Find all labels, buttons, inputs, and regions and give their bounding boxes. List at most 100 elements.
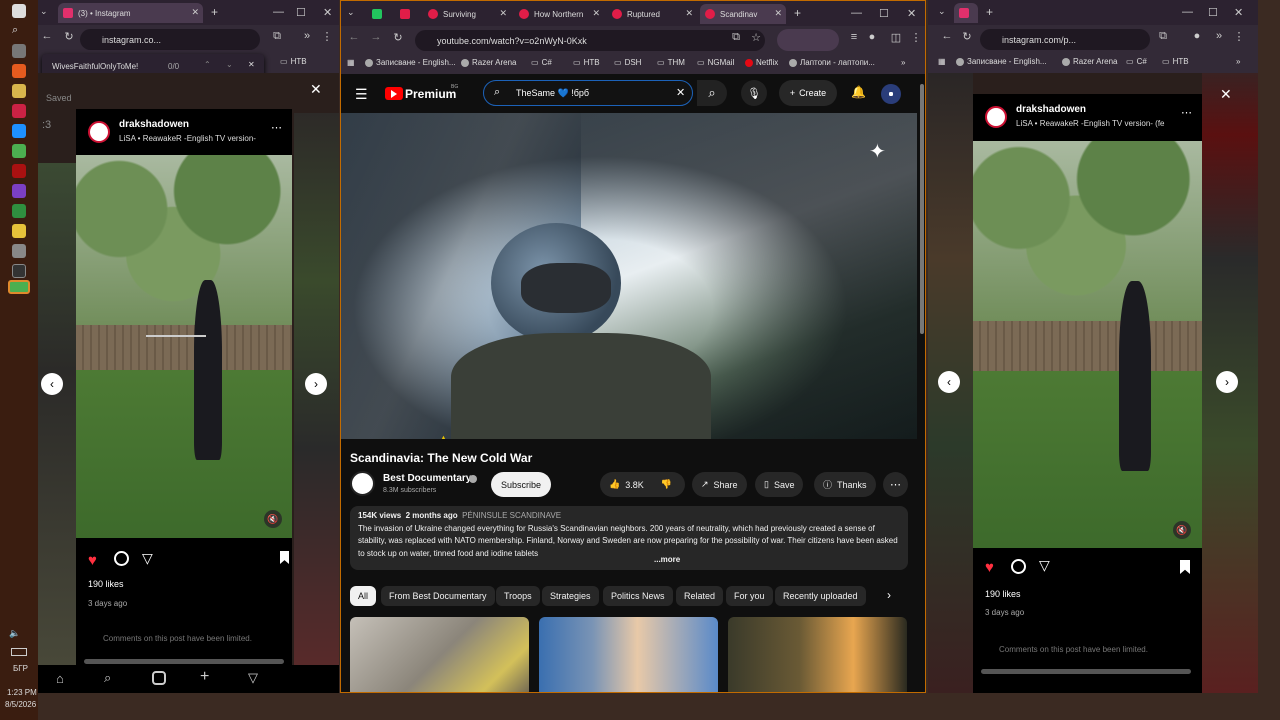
close-tab-icon[interactable]: ✕ [685, 8, 693, 19]
channel-avatar[interactable] [350, 471, 375, 496]
close-tab-icon[interactable]: ✕ [499, 8, 507, 19]
channel-name[interactable]: Best Documentary [383, 473, 471, 484]
chip-troops[interactable]: Troops [496, 586, 540, 606]
new-tab-icon[interactable]: + [986, 5, 993, 19]
share-icon[interactable]: ▽ [1039, 557, 1050, 574]
bookmark-ntv[interactable]: ▭ НТВ [280, 57, 307, 66]
maximize-icon[interactable]: ☐ [879, 7, 889, 20]
find-input[interactable]: WivesFaithfulOnlyToMe! [52, 62, 138, 71]
post-username[interactable]: drakshadowen [1016, 104, 1086, 115]
like-heart-icon[interactable]: ♥ [88, 552, 97, 569]
find-next-icon[interactable]: ⌄ [226, 60, 233, 69]
likes-count[interactable]: 190 likes [985, 589, 1021, 599]
edge-icon[interactable] [12, 124, 26, 138]
scrollbar-thumb[interactable] [920, 84, 924, 334]
more-icon[interactable]: » [300, 29, 314, 43]
next-post-button[interactable]: › [305, 373, 327, 395]
mute-icon[interactable]: 🔇 [264, 510, 282, 528]
minimize-icon[interactable]: — [1182, 6, 1193, 18]
apps-icon[interactable]: ▦ [938, 57, 946, 66]
more-options-icon[interactable]: ⋯ [1181, 106, 1192, 119]
keyboard-icon[interactable] [11, 648, 27, 656]
chip-recently-uploaded[interactable]: Recently uploaded [775, 586, 866, 606]
bookmark-3[interactable]: ▭ НТВ [1162, 57, 1189, 66]
description-box[interactable]: 154K views 2 months ago PÉNINSULE SCANDI… [350, 506, 908, 570]
save-button[interactable]: ▯ Save [755, 472, 804, 497]
like-count[interactable]: 3.8K [625, 480, 644, 490]
voice-search-icon[interactable]: 🎙 [741, 80, 767, 106]
mute-icon[interactable]: 🔇 [1173, 521, 1191, 539]
chrome-icon-2[interactable] [12, 204, 26, 218]
reload-icon[interactable]: ↻ [960, 29, 974, 43]
more-options-icon[interactable]: ⋯ [271, 121, 282, 134]
tab-1[interactable] [395, 4, 419, 24]
bookmark-0[interactable]: Записване - English... [365, 58, 456, 67]
show-more-link[interactable]: ...more [650, 554, 681, 567]
clock-date[interactable]: 8/5/2026 [5, 700, 36, 709]
like-icon[interactable]: 👍 [609, 479, 620, 490]
chips-next-icon[interactable]: › [887, 588, 891, 602]
reload-icon[interactable]: ↻ [62, 29, 76, 43]
likes-count[interactable]: 190 likes [88, 579, 124, 589]
dislike-icon[interactable]: 👎 [661, 479, 672, 490]
chip-politics-news[interactable]: Politics News [603, 586, 673, 606]
back-icon[interactable]: ← [40, 29, 54, 43]
previous-post-button[interactable]: ‹ [41, 373, 63, 395]
reels-icon[interactable] [152, 671, 166, 685]
speaker-icon[interactable]: 🔈 [9, 628, 20, 639]
close-tab-icon[interactable]: ✕ [191, 7, 199, 18]
close-tab-icon[interactable]: ✕ [774, 8, 782, 19]
apps-icon[interactable]: ▦ [347, 58, 355, 67]
bookmarks-overflow-icon[interactable]: » [901, 58, 905, 67]
back-icon[interactable]: ← [940, 29, 954, 43]
firefox-icon[interactable] [12, 64, 26, 78]
avatar[interactable] [985, 106, 1007, 128]
menu-icon[interactable]: ⋮ [320, 29, 334, 43]
avatar[interactable] [881, 84, 901, 104]
notifications-bell-icon[interactable]: 🔔 [851, 85, 866, 99]
tab-menu-icon[interactable]: ⌄ [347, 7, 355, 18]
share-button[interactable]: ↗ Share [692, 472, 747, 497]
horizontal-scrollbar[interactable] [981, 669, 1191, 674]
close-post-icon[interactable]: ✕ [310, 81, 322, 98]
post-audio[interactable]: LiSA • ReawakeR -English TV version- [119, 134, 256, 143]
post-image[interactable]: 🔇 [76, 155, 292, 538]
home-icon[interactable]: ⌂ [56, 671, 64, 686]
tab-instagram[interactable] [954, 3, 978, 23]
close-tab-icon[interactable]: ✕ [592, 8, 600, 19]
find-close-icon[interactable]: ✕ [248, 60, 255, 69]
extensions-icon[interactable]: ⧉ [1156, 29, 1170, 43]
search-icon[interactable]: ⌕ [12, 24, 26, 38]
thumbnail-rockets[interactable] [350, 617, 529, 692]
tab-instagram[interactable]: (3) • Instagram ✕ [58, 3, 203, 23]
profile-icon[interactable]: ● [1190, 29, 1204, 43]
bookmark-6[interactable]: ▭ NGMail [697, 58, 734, 67]
like-heart-icon[interactable]: ♥ [985, 559, 994, 576]
close-window-icon[interactable]: ✕ [907, 7, 916, 20]
tab-2[interactable]: Surviving ✕ [423, 4, 511, 24]
search-input[interactable]: ⌕ TheSame 💙 !брб ✕ [483, 80, 693, 106]
previous-post-button[interactable]: ‹ [938, 371, 960, 393]
bookmark-1[interactable]: Razer Arena [461, 58, 516, 67]
next-post-button[interactable]: › [1216, 371, 1238, 393]
tab-0[interactable] [367, 4, 391, 24]
share-icon[interactable]: ▽ [142, 550, 153, 567]
post-image[interactable]: 🔇 [973, 141, 1202, 548]
post-audio[interactable]: LiSA • ReawakeR -English TV version- (fe [1016, 119, 1165, 128]
chip-from-channel[interactable]: From Best Documentary [381, 586, 495, 606]
hashtag-link[interactable]: PÉNINSULE SCANDINAVE [462, 511, 561, 520]
chip-all[interactable]: All [350, 586, 377, 606]
file-explorer-icon[interactable] [12, 84, 26, 98]
tab-menu-icon[interactable]: ⌄ [938, 6, 946, 17]
onenote-icon[interactable] [12, 184, 26, 198]
maximize-icon[interactable]: ☐ [1208, 6, 1218, 19]
logo-text[interactable]: Premium [405, 87, 456, 101]
install-app-icon[interactable]: ⧉ [729, 30, 743, 44]
close-post-icon[interactable]: ✕ [1220, 86, 1232, 103]
subscribe-button[interactable]: Subscribe [491, 472, 552, 497]
bookmark-8[interactable]: Лаптопи - лаптопи... [789, 58, 875, 67]
back-icon[interactable]: ← [347, 30, 361, 44]
bookmark-2[interactable]: ▭ C# [531, 58, 552, 67]
video-player[interactable]: ✦ ▲ [341, 113, 917, 439]
bookmark-7[interactable]: Netflix [745, 58, 778, 67]
